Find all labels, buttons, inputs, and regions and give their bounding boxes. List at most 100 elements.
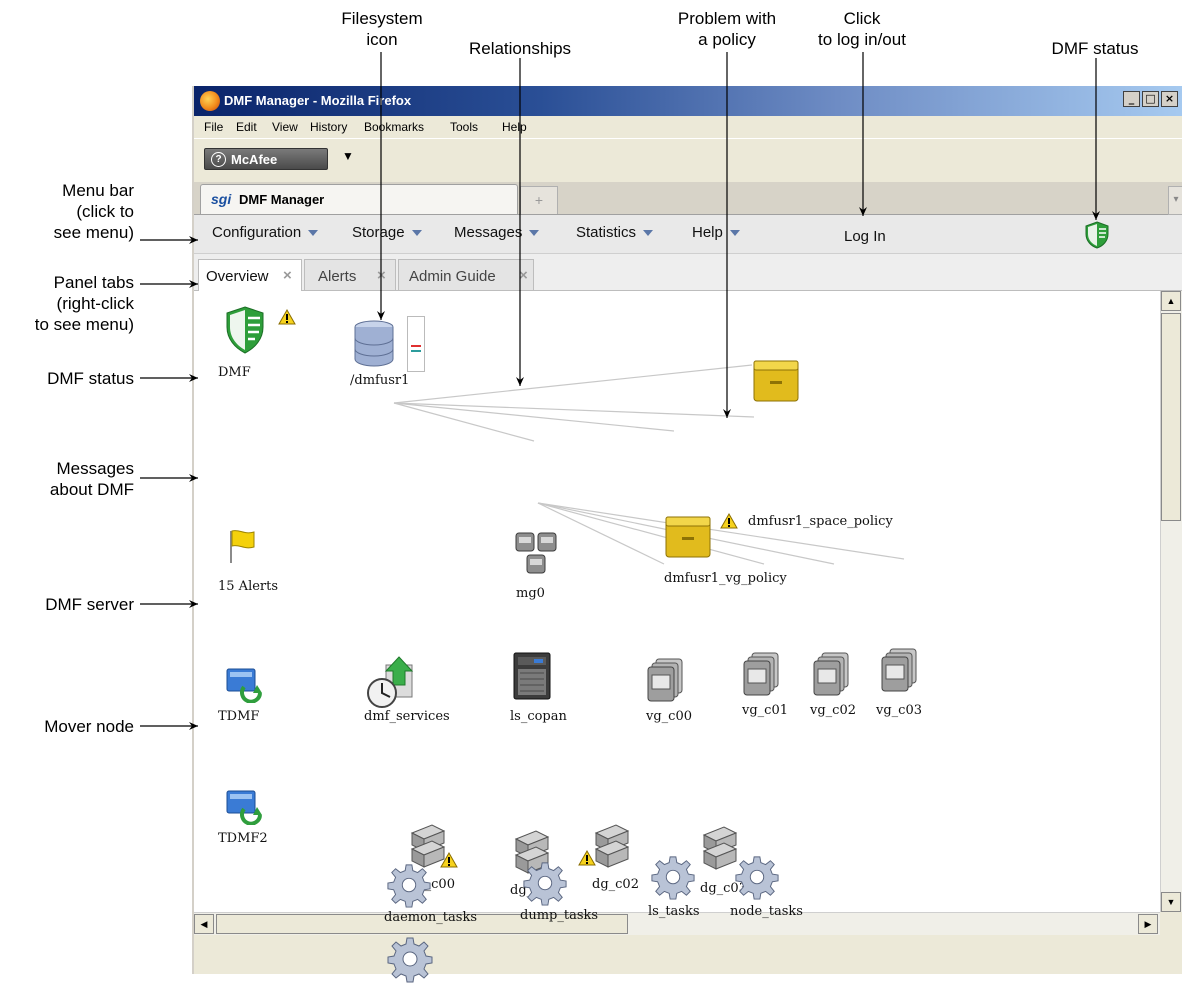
warning-icon (278, 309, 296, 325)
node-alerts-label: 15 Alerts (218, 579, 279, 594)
scroll-up-button[interactable]: ▲ (1161, 291, 1181, 311)
close-icon[interactable]: × (519, 267, 528, 284)
vertical-scrollbar[interactable]: ▲ ▼ (1160, 291, 1182, 912)
drive-group-icon[interactable] (700, 825, 740, 873)
tab-overview[interactable]: Overview × (198, 259, 302, 291)
node-vg-c02-label: vg_c02 (810, 703, 856, 718)
chevron-down-icon (308, 230, 319, 237)
minimize-button[interactable]: _ (1123, 91, 1140, 107)
chevron-down-icon (729, 230, 740, 237)
menu-help[interactable]: Help (502, 120, 527, 134)
policy-folder-icon[interactable] (752, 357, 800, 403)
close-icon[interactable]: × (283, 267, 292, 284)
menu-statistics[interactable]: Statistics (576, 224, 654, 241)
gear-icon[interactable] (386, 935, 434, 983)
menu-storage-label: Storage (352, 224, 405, 241)
tab-list-button[interactable]: ▾ (1168, 186, 1182, 215)
mcafee-icon: ? (211, 152, 226, 167)
mcafee-label: McAfee (231, 152, 278, 167)
volume-group-icon[interactable] (742, 651, 782, 699)
menu-tools[interactable]: Tools (450, 120, 478, 134)
node-dmf-services-label: dmf_services (364, 709, 450, 724)
menu-messages-label: Messages (454, 224, 523, 241)
menu-messages[interactable]: Messages (454, 224, 540, 241)
close-button[interactable]: × (1161, 91, 1178, 107)
services-icon[interactable] (364, 655, 420, 711)
drive-group-icon[interactable] (512, 829, 552, 877)
title-bar[interactable]: DMF Manager - Mozilla Firefox _ □ × (194, 86, 1182, 116)
new-tab-button[interactable]: + (520, 186, 558, 214)
menu-configuration[interactable]: Configuration (212, 224, 319, 241)
server-icon[interactable] (224, 787, 264, 825)
dmf-status-shield-icon[interactable] (1084, 221, 1110, 249)
callout-login: Click to log in/out (818, 9, 906, 49)
database-icon[interactable] (352, 319, 396, 369)
window-title: DMF Manager - Mozilla Firefox (224, 93, 412, 108)
firefox-menu-bar: File Edit View History Bookmarks Tools H… (194, 116, 1182, 138)
mcafee-button[interactable]: ? McAfee (204, 148, 328, 170)
mcafee-dropdown-icon[interactable]: ▼ (342, 149, 354, 163)
callout-relationships: Relationships (468, 39, 572, 58)
tab-admin-guide[interactable]: Admin Guide × (398, 259, 534, 290)
browser-window: DMF Manager - Mozilla Firefox _ □ × File… (192, 86, 1182, 983)
node-vg-c00-label: vg_c00 (646, 709, 692, 724)
drive-group-icon[interactable] (408, 823, 448, 871)
tab-admin-guide-label: Admin Guide (409, 268, 496, 285)
panel-tab-strip: Overview × Alerts × Admin Guide × (194, 254, 1182, 291)
volume-group-icon[interactable] (646, 657, 686, 705)
tape-cabinet-icon[interactable] (512, 651, 552, 701)
relationship-line (393, 402, 675, 432)
volume-group-icon[interactable] (880, 647, 920, 695)
maximize-button[interactable]: □ (1142, 91, 1159, 107)
callout-panel-tabs: Panel tabs (right-click to see menu) (34, 273, 134, 334)
vertical-scroll-thumb[interactable] (1161, 313, 1181, 521)
menu-storage[interactable]: Storage (352, 224, 422, 241)
chevron-down-icon (529, 230, 540, 237)
menu-statistics-label: Statistics (576, 224, 637, 241)
chevron-down-icon (411, 230, 422, 237)
tab-alerts-label: Alerts (318, 268, 357, 285)
node-dg-c02-label: dg_c02 (592, 877, 639, 892)
login-link[interactable]: Log In (844, 228, 886, 245)
relationship-lines (393, 364, 905, 565)
tab-alerts[interactable]: Alerts × (304, 259, 396, 290)
node-vg-c01-label: vg_c01 (742, 703, 788, 718)
volume-group-icon[interactable] (812, 651, 852, 699)
warning-icon (720, 513, 738, 529)
menu-configuration-label: Configuration (212, 224, 302, 241)
callout-mover-node: Mover node (44, 717, 134, 736)
dmf-shield-icon[interactable] (224, 305, 266, 355)
scroll-down-button[interactable]: ▼ (1161, 892, 1181, 912)
capacity-gauge (407, 316, 425, 372)
scroll-right-button[interactable]: ▶ (1138, 914, 1158, 934)
menu-history[interactable]: History (310, 120, 347, 134)
menu-edit[interactable]: Edit (236, 120, 257, 134)
menu-file[interactable]: File (204, 120, 223, 134)
callout-dmf-status-left: DMF status (47, 369, 134, 388)
menu-help-app[interactable]: Help (692, 224, 740, 241)
browser-tab-label: DMF Manager (239, 192, 325, 207)
browser-tab-strip: sgi DMF Manager + ▾ (194, 182, 1182, 215)
drive-group-icon[interactable] (592, 823, 632, 871)
node-vg-policy-label: dmfusr1_vg_policy (664, 571, 787, 586)
node-dg-c01-label: dg_c01 (510, 883, 557, 898)
scroll-left-button[interactable]: ◀ (194, 914, 214, 934)
menu-bookmarks[interactable]: Bookmarks (364, 120, 424, 134)
flag-icon[interactable] (224, 527, 260, 565)
node-filesystem-label: /dmfusr1 (350, 373, 410, 388)
menu-help-label: Help (692, 224, 723, 241)
node-dmf-label: DMF (218, 365, 251, 380)
callout-filesystem-icon: Filesystem icon (341, 9, 423, 49)
menu-view[interactable]: View (272, 120, 298, 134)
node-dg-c03-label: dg_c03 (700, 881, 747, 896)
horizontal-scrollbar[interactable]: ◀ ▶ (194, 912, 1160, 935)
window-controls: _ □ × (1123, 91, 1178, 107)
horizontal-scroll-thumb[interactable] (216, 914, 628, 934)
migrate-group-icon[interactable] (514, 529, 560, 579)
policy-folder-icon[interactable] (664, 513, 712, 559)
firefox-logo-icon (200, 91, 220, 111)
server-icon[interactable] (224, 665, 264, 703)
browser-tab-dmf-manager[interactable]: sgi DMF Manager (200, 184, 518, 214)
browser-toolbar: ? McAfee ▼ (194, 138, 1182, 177)
close-icon[interactable]: × (377, 267, 386, 284)
